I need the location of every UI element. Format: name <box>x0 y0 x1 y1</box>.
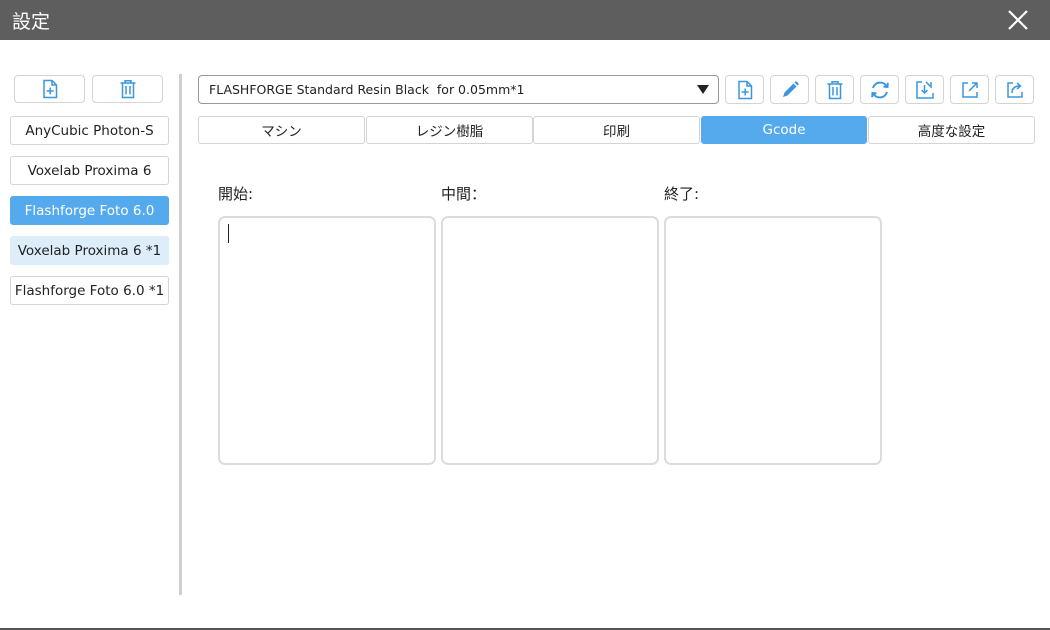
delete-printer-button[interactable] <box>92 75 163 103</box>
trash-icon <box>827 80 842 99</box>
new-profile-button[interactable] <box>725 75 764 104</box>
delete-profile-button[interactable] <box>815 75 854 104</box>
start-gcode-label: 開始: <box>218 185 254 203</box>
share-icon <box>1006 81 1023 98</box>
printer-item-anycubic-photon-s[interactable]: AnyCubic Photon-S <box>10 116 169 145</box>
tab-resin[interactable]: レジン樹脂 <box>366 116 533 144</box>
tab-machine[interactable]: マシン <box>198 116 365 144</box>
start-gcode-textarea[interactable] <box>218 216 436 465</box>
export-profile-button[interactable] <box>950 75 989 104</box>
refresh-icon <box>870 81 889 98</box>
add-file-icon <box>737 80 752 99</box>
tab-advanced[interactable]: 高度な設定 <box>868 116 1035 144</box>
middle-gcode-label: 中間： <box>441 185 487 203</box>
middle-gcode-textarea[interactable] <box>441 216 659 465</box>
window-title: 設定 <box>12 11 51 33</box>
chevron-down-icon <box>697 85 709 94</box>
edit-icon <box>782 80 799 97</box>
profile-select[interactable]: FLASHFORGE Standard Resin Black for 0.05… <box>198 75 719 104</box>
share-profile-button[interactable] <box>995 75 1034 104</box>
import-profile-button[interactable] <box>905 75 944 104</box>
text-cursor <box>228 224 229 243</box>
tab-gcode[interactable]: Gcode <box>701 116 867 144</box>
import-icon <box>915 80 934 99</box>
end-gcode-textarea[interactable] <box>664 216 882 465</box>
end-gcode-label: 終了: <box>664 185 700 203</box>
close-icon[interactable] <box>1002 4 1034 36</box>
add-file-icon <box>42 79 57 99</box>
title-bar: 設定 <box>0 0 1050 40</box>
export-icon <box>961 81 978 98</box>
sidebar-divider <box>179 74 182 595</box>
profile-select-value: FLASHFORGE Standard Resin Black for 0.05… <box>209 82 525 97</box>
edit-profile-button[interactable] <box>770 75 809 104</box>
reset-profile-button[interactable] <box>860 75 899 104</box>
tab-print[interactable]: 印刷 <box>533 116 700 144</box>
printer-item-voxelab-proxima-6[interactable]: Voxelab Proxima 6 <box>10 156 169 185</box>
trash-icon <box>120 80 135 99</box>
printer-item-flashforge-foto-6[interactable]: Flashforge Foto 6.0 <box>10 196 169 225</box>
printer-item-flashforge-foto-6-1[interactable]: Flashforge Foto 6.0 *1 <box>10 276 169 305</box>
add-printer-button[interactable] <box>14 75 85 103</box>
printer-item-voxelab-proxima-6-1[interactable]: Voxelab Proxima 6 *1 <box>10 236 169 265</box>
